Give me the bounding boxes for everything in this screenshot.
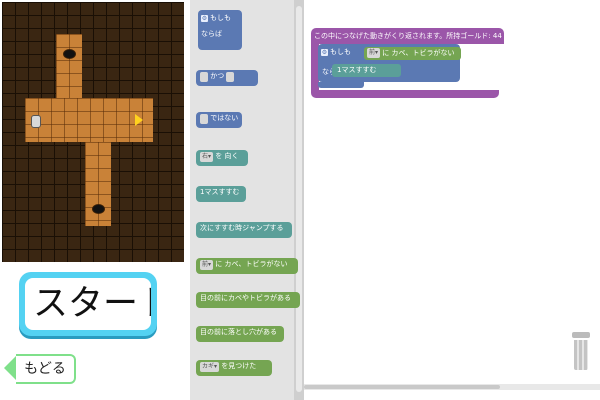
game-board [2, 2, 184, 262]
loop-label: この中につなげた動きがくり返されます。所持ゴールド: 44 [311, 28, 504, 44]
found-key-block[interactable]: カギ▾ を見つけた [196, 360, 272, 376]
gear-icon[interactable]: ⚙ [321, 48, 328, 56]
jump-block[interactable]: 次にすすむ時ジャンプする [196, 222, 292, 238]
hole-icon [63, 49, 76, 59]
robot-icon [31, 115, 41, 128]
workspace-scrollbar-thumb[interactable] [304, 385, 500, 389]
hole-icon [92, 204, 105, 214]
front-hole-block[interactable]: 目の前に落とし穴がある [196, 326, 284, 342]
no-wall-block[interactable]: 前▾ に カベ、トビラがない [196, 258, 298, 274]
turn-block[interactable]: 右▾ を 向く [196, 150, 248, 166]
move-forward-block[interactable]: 1マスすすむ [196, 186, 246, 202]
path-segment-middle [25, 98, 153, 142]
start-button-label: スタート` [25, 278, 151, 330]
not-block[interactable]: ではない [196, 112, 242, 128]
if-block[interactable]: ⚙ もしも ならば [198, 10, 242, 50]
gear-icon[interactable]: ⚙ [201, 15, 208, 22]
goal-arrow-icon [135, 114, 143, 126]
workspace-move-forward-block[interactable]: 1マスすすむ [332, 64, 401, 77]
front-wall-block[interactable]: 目の前にカベやトビラがある [196, 292, 300, 308]
back-button[interactable]: もどる [4, 352, 78, 384]
palette-scrollbar-thumb[interactable] [296, 6, 302, 392]
back-button-label: もどる [16, 354, 76, 384]
start-button[interactable]: スタート` [19, 272, 157, 336]
and-block[interactable]: かつ [196, 70, 258, 86]
workspace-no-wall-block[interactable]: 前▾ に カベ、トビラがない [364, 47, 461, 60]
trash-icon[interactable] [572, 332, 590, 370]
path-segment-top [56, 34, 82, 98]
